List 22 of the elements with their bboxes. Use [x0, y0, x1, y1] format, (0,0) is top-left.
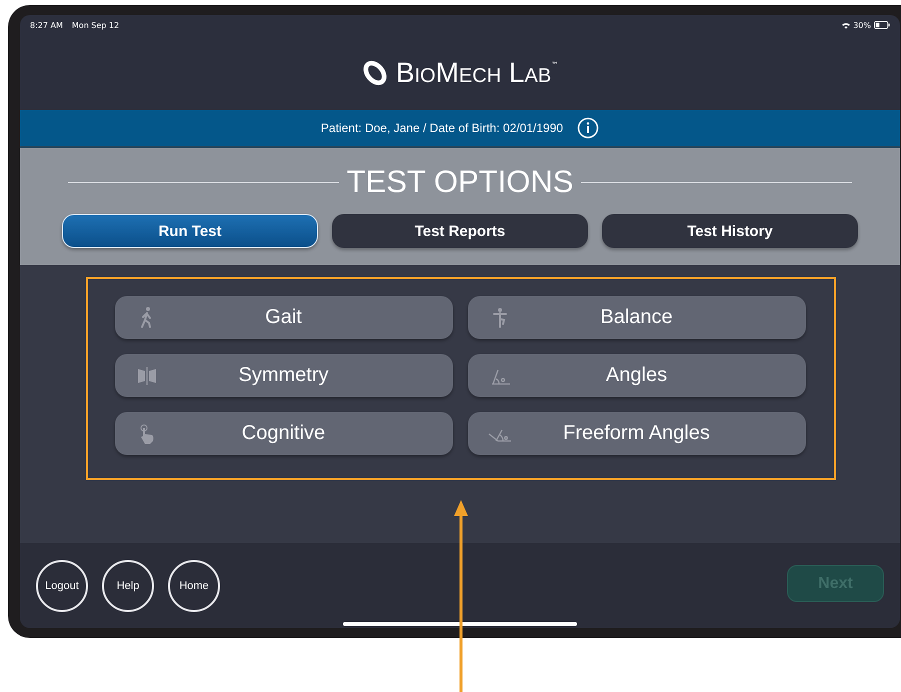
test-button[interactable]: Freeform Angles: [468, 412, 806, 455]
tab[interactable]: Run Test: [62, 214, 318, 248]
round-button[interactable]: Logout: [36, 560, 88, 612]
tab[interactable]: Test Reports: [332, 214, 588, 248]
status-time: 8:27 AM: [30, 20, 63, 30]
wifi-icon: [842, 22, 850, 28]
section-title: TEST OPTIONS: [346, 164, 574, 200]
test-button[interactable]: Cognitive: [114, 412, 452, 455]
test-button[interactable]: Angles: [468, 354, 806, 397]
test-button[interactable]: Symmetry: [114, 354, 452, 397]
info-icon[interactable]: [577, 117, 600, 139]
tab[interactable]: Test History: [602, 214, 858, 248]
battery-icon: [874, 21, 890, 29]
patient-info: Patient: Doe, Jane / Date of Birth: 02/01/1990: [320, 121, 564, 135]
brand-name: BioMech Lab: [396, 56, 552, 88]
status-date: Mon Sep 12: [72, 20, 120, 30]
logo-icon: [362, 60, 388, 86]
test-button[interactable]: Balance: [468, 296, 806, 339]
test-button[interactable]: Gait: [114, 296, 452, 339]
round-button[interactable]: Home: [168, 560, 220, 612]
battery-percent: 30%: [853, 20, 871, 30]
round-button[interactable]: Help: [102, 560, 154, 612]
